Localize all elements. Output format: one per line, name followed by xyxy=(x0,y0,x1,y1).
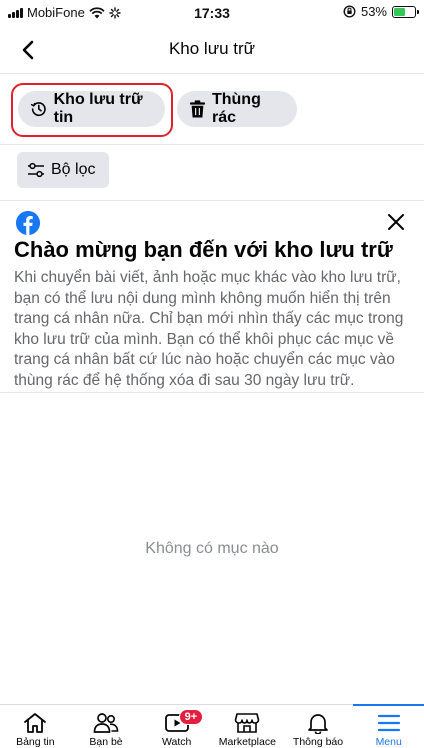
nav-label: Bảng tin xyxy=(16,736,55,748)
nav-item-notifications[interactable]: Thông báo xyxy=(283,705,354,748)
friends-icon xyxy=(93,711,119,734)
home-icon xyxy=(22,711,48,734)
battery-percent: 53% xyxy=(360,4,387,19)
nav-label: Thông báo xyxy=(292,736,344,748)
tab-trash-label: Thùng rác xyxy=(211,91,261,126)
nav-item-watch[interactable]: 9+ Watch xyxy=(141,705,212,748)
tab-story-archive[interactable]: Kho lưu trữ tin xyxy=(18,91,165,127)
filter-sliders-icon xyxy=(28,162,44,178)
facebook-f-icon xyxy=(16,211,40,235)
tab-trash[interactable]: Thùng rác xyxy=(177,91,297,127)
nav-label: Marketplace xyxy=(218,736,276,748)
battery-level xyxy=(394,7,405,16)
facebook-logo-icon xyxy=(16,211,40,235)
nav-label: Bạn bè xyxy=(89,736,123,748)
divider xyxy=(0,144,424,145)
close-icon xyxy=(388,214,404,230)
battery-icon xyxy=(392,5,419,18)
divider xyxy=(0,392,424,393)
nav-label: Menu xyxy=(375,736,402,748)
menu-icon xyxy=(376,711,402,734)
nav-label: Watch xyxy=(161,736,192,748)
welcome-title: Chào mừng bạn đến với kho lưu trữ xyxy=(14,237,393,262)
bell-icon xyxy=(305,711,331,734)
divider xyxy=(0,200,424,201)
bottom-nav: Bảng tin Bạn bè 9+ Watch Marketplace Thô… xyxy=(0,704,424,748)
nav-item-friends[interactable]: Bạn bè xyxy=(71,705,142,748)
notification-badge: 9+ xyxy=(178,709,204,725)
status-right: 53% xyxy=(343,4,419,19)
marketplace-icon xyxy=(234,711,260,734)
clock-history-icon xyxy=(30,102,46,117)
empty-state-text: Không có mục nào xyxy=(145,540,279,557)
nav-item-marketplace[interactable]: Marketplace xyxy=(212,705,283,748)
close-button[interactable] xyxy=(384,210,408,234)
status-bar: MobiFone 17:33 53% xyxy=(0,0,424,26)
welcome-body: Khi chuyển bài viết, ảnh hoặc mục khác v… xyxy=(14,269,404,389)
nav-item-menu[interactable]: Menu xyxy=(353,704,424,748)
tab-story-archive-label: Kho lưu trữ tin xyxy=(53,91,143,126)
filter-label: Bộ lọc xyxy=(51,161,96,178)
page-title: Kho lưu trữ xyxy=(168,39,256,58)
nav-item-news-feed[interactable]: Bảng tin xyxy=(0,705,71,748)
trash-icon xyxy=(189,100,206,118)
rotation-lock-icon xyxy=(343,5,356,18)
filter-button[interactable]: Bộ lọc xyxy=(17,152,109,188)
header: Kho lưu trữ xyxy=(0,26,424,74)
